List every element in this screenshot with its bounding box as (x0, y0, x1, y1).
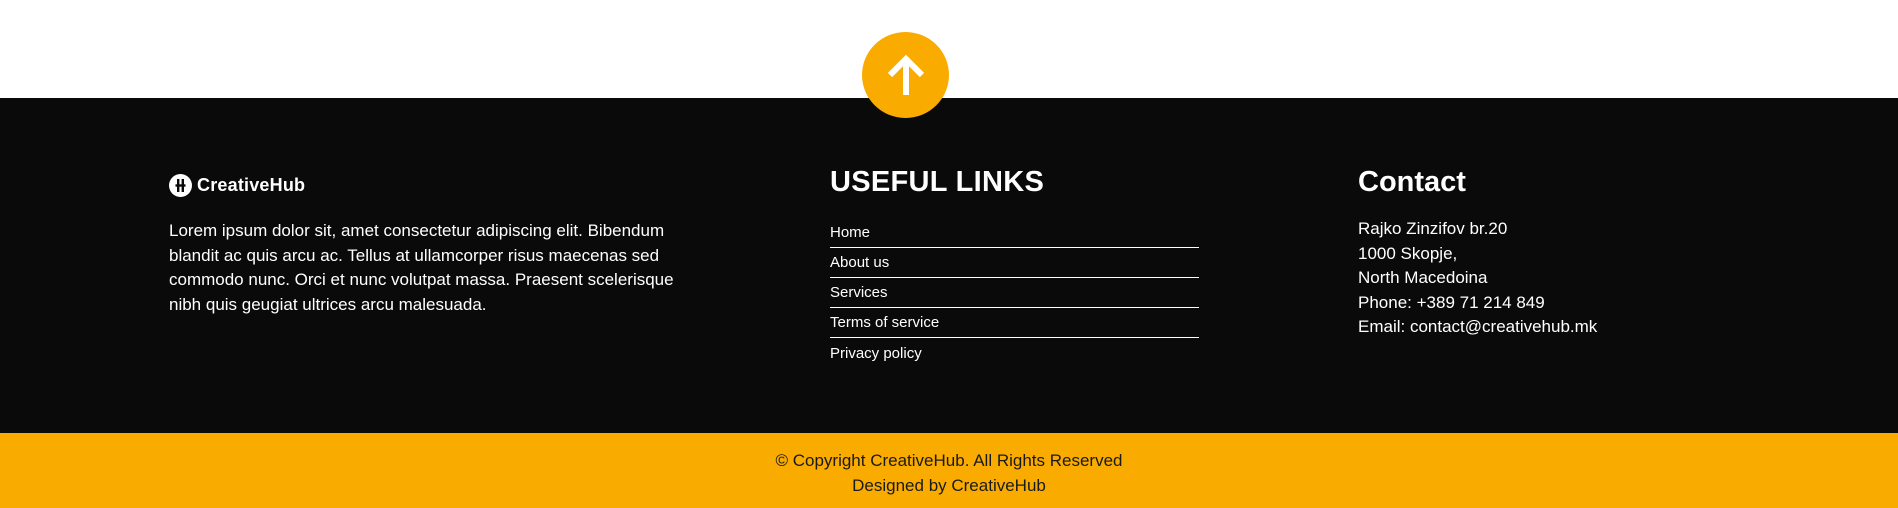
address-line-1: Rajko Zinzifov br.20 (1358, 219, 1508, 238)
link-services[interactable]: Services (830, 284, 888, 301)
scroll-to-top-button[interactable] (862, 32, 949, 118)
phone-number[interactable]: Phone: +389 71 214 849 (1358, 291, 1597, 316)
copyright-bar: © Copyright CreativeHub. All Rights Rese… (0, 433, 1898, 508)
link-privacy-policy[interactable]: Privacy policy (830, 345, 922, 362)
designed-by-text: Designed by CreativeHub (852, 476, 1046, 495)
creativehub-logo-icon (169, 174, 192, 197)
list-item: About us (830, 248, 1199, 278)
page-top-area (0, 0, 1898, 98)
link-terms-of-service[interactable]: Terms of service (830, 314, 939, 331)
link-home[interactable]: Home (830, 224, 870, 241)
email-label: Email: (1358, 317, 1410, 336)
arrow-up-icon (887, 54, 924, 95)
link-about-us[interactable]: About us (830, 254, 889, 271)
list-item: Services (830, 278, 1199, 308)
useful-links-list: Home About us Services Terms of service … (830, 218, 1199, 368)
useful-links-title: USEFUL LINKS (830, 166, 1045, 198)
brand-name: CreativeHub (197, 175, 306, 195)
address-line-3: North Macedoina (1358, 268, 1488, 287)
email-link[interactable]: contact@creativehub.mk (1410, 317, 1597, 336)
about-text: Lorem ipsum dolor sit, amet consectetur … (169, 221, 674, 314)
contact-title: Contact (1358, 166, 1466, 198)
list-item: Terms of service (830, 308, 1199, 338)
footer-brand[interactable]: CreativeHub (169, 174, 305, 197)
copyright-text: © Copyright CreativeHub. All Rights Rese… (775, 451, 1123, 470)
address-line-2: 1000 Skopje, (1358, 243, 1458, 263)
email-line: Email: contact@creativehub.mk (1358, 315, 1597, 340)
contact-info: Rajko Zinzifov br.20 1000 Skopje, North … (1358, 217, 1597, 340)
list-item: Home (830, 218, 1199, 248)
list-item: Privacy policy (830, 338, 1199, 368)
